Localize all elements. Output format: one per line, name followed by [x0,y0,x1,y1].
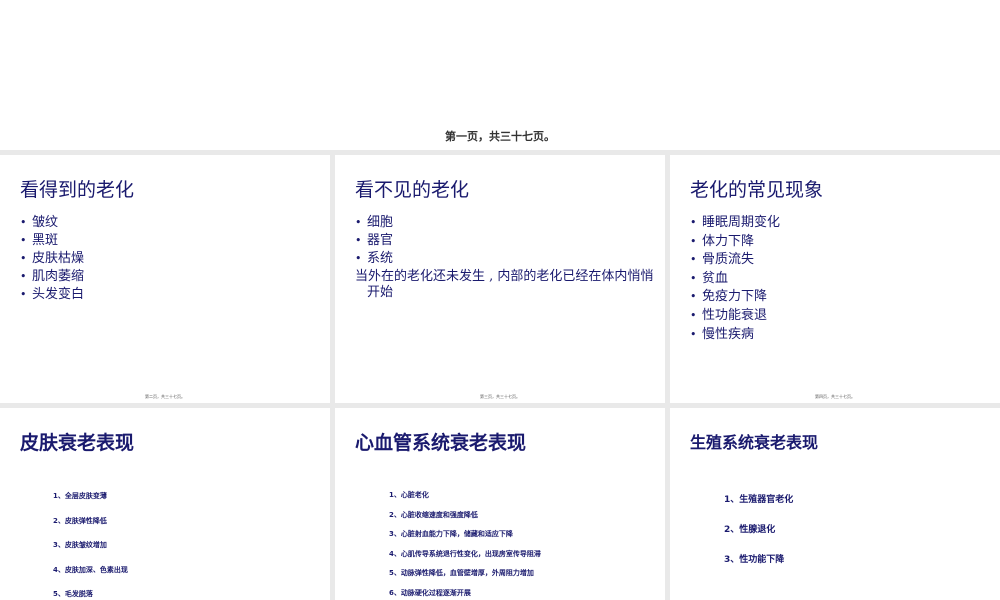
slide-visible-aging[interactable]: 看得到的老化 • 皱纹 • 黑斑 • 皮肤枯燥 • 肌肉萎缩 • 头发变白 第二页，共三十… [0,155,330,403]
previous-slide-area: 第一页，共三十七页。 [0,0,1000,150]
list-item: • 睡眠周期变化 [690,214,780,233]
list-item: 4、皮肤加深、色素出现 [53,565,128,574]
list-item: • 头发变白 [20,287,85,302]
bullet-icon: • [20,270,27,283]
slide-footer: 第三页，共三十七页。 [480,394,520,399]
bullet-list: • 皱纹 • 黑斑 • 皮肤枯燥 • 肌肉萎缩 • 头发变白 [20,214,84,304]
slide-reproductive-aging[interactable]: 生殖系统衰老表现 1、生殖器官老化 2、性腺退化 3、性功能下降 [670,408,1000,600]
bullet-icon: • [690,253,697,267]
list-item: • 慢性疾病 [690,326,780,345]
slide-footer: 第四页，共三十七页。 [815,394,855,399]
list-item: 2、心脏收缩速度和强度降低 [389,510,478,519]
list-item: • 骨质流失 [690,251,780,270]
bullet-icon: • [690,271,697,285]
bullet-icon: • [355,252,362,265]
slide-footer: 第二页，共三十七页。 [145,394,185,399]
bullet-icon: • [20,234,27,247]
list-item: 1、心脏老化 [389,491,429,499]
list-item: 2、皮肤弹性降低 [53,516,107,525]
numbered-list: 1、心脏老化 2、心脏收缩速度和强度降低 3、心脏射血能力下降，储藏和适应下降 … [389,490,541,600]
slide-title: 生殖系统衰老表现 [690,433,819,452]
list-item: • 黑斑 [20,233,59,248]
list-item: • 体力下降 [690,233,780,252]
list-item: • 皱纹 [20,215,59,230]
list-item: 5、毛发脱落 [53,590,93,599]
list-item: 6、动脉硬化过程逐渐开展 [389,588,471,597]
bullet-icon: • [20,288,27,301]
slide-title: 心血管系统衰老表现 [355,432,527,454]
page-caption: 第一页，共三十七页。 [445,130,555,143]
bullet-icon: • [20,252,27,265]
bullet-list: • 细胞 • 器官 • 系统 [355,214,393,268]
list-item: 1、全层皮肤变薄 [53,492,107,500]
list-item: 5、动脉弹性降低，血管壁增厚，外周阻力增加 [389,569,534,578]
bullet-icon: • [690,216,697,229]
list-item: • 细胞 [355,215,394,230]
list-item: • 器官 [355,233,394,248]
list-item: • 贫血 [690,270,780,289]
bullet-icon: • [355,234,362,247]
numbered-list: 1、全层皮肤变薄 2、皮肤弹性降低 3、皮肤皱纹增加 4、皮肤加深、色素出现 5… [53,491,128,600]
slide-note: 当外在的老化还未发生 , 内部的老化已经在体内悄悄开始 [355,269,654,300]
list-item: 1、生殖器官老化 [724,495,794,505]
slide-title: 看不见的老化 [355,179,470,201]
list-item: 3、皮肤皱纹增加 [53,541,107,550]
bullet-icon: • [20,216,27,229]
bullet-list: • 睡眠周期变化 • 体力下降 • 骨质流失 • 贫血 • 免疫力下降 • 性功能衰退 • 慢… [690,214,780,344]
list-item: 2、性腺退化 [724,525,776,535]
list-item: • 系统 [355,251,394,266]
list-item: • 免疫力下降 [690,288,780,307]
list-item: • 皮肤枯燥 [20,251,85,266]
list-item: • 性功能衰退 [690,307,780,326]
bullet-icon: • [690,308,697,322]
slide-title: 看得到的老化 [20,179,135,201]
bullet-icon: • [690,234,697,248]
list-item: • 肌肉萎缩 [20,269,85,284]
slide-cardiovascular-aging[interactable]: 心血管系统衰老表现 1、心脏老化 2、心脏收缩速度和强度降低 3、心脏射血能力下… [335,408,665,600]
slide-common-aging-signs[interactable]: 老化的常见现象 • 睡眠周期变化 • 体力下降 • 骨质流失 • 贫血 • 免疫力下降 •… [670,155,1000,403]
slide-title: 老化的常见现象 [690,179,824,201]
numbered-list: 1、生殖器官老化 2、性腺退化 3、性功能下降 [724,494,793,584]
slide-skin-aging[interactable]: 皮肤衰老表现 1、全层皮肤变薄 2、皮肤弹性降低 3、皮肤皱纹增加 4、皮肤加深… [0,408,330,600]
bullet-icon: • [690,327,697,341]
list-item: 4、心肌传导系统退行性变化，出现房室传导阻滞 [389,549,541,558]
bullet-icon: • [690,290,697,304]
bullet-icon: • [355,216,362,229]
list-item: 3、心脏射血能力下降，储藏和适应下降 [389,530,513,539]
slide-invisible-aging[interactable]: 看不见的老化 • 细胞 • 器官 • 系统 当外在的老化还未发生 , 内部的老化已经在… [335,155,665,403]
slide-title: 皮肤衰老表现 [20,432,135,454]
list-item: 3、性功能下降 [724,555,785,565]
